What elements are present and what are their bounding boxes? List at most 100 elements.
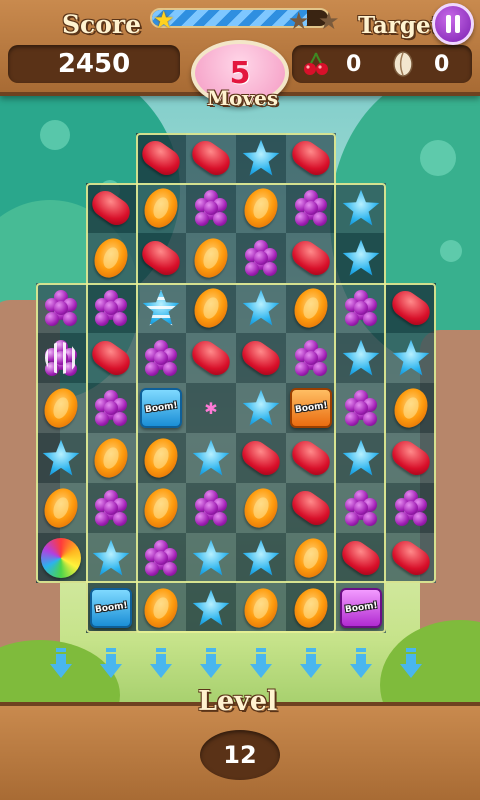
board-cell[interactable] (286, 533, 336, 583)
board-cell[interactable] (136, 333, 186, 383)
pause-icon (446, 15, 451, 33)
board-cell[interactable] (136, 233, 186, 283)
board-cell[interactable] (86, 283, 136, 333)
board-cell[interactable] (286, 133, 336, 183)
board-cell[interactable] (86, 483, 136, 533)
purple-grape-cluster-candy (341, 288, 381, 328)
board-cell[interactable] (236, 183, 286, 233)
board-cell[interactable] (136, 433, 186, 483)
cherry-icon (304, 52, 328, 75)
board-cell[interactable] (286, 283, 336, 333)
board-cell[interactable] (136, 133, 186, 183)
board-cell[interactable] (36, 483, 86, 533)
board-cell[interactable] (36, 383, 86, 433)
pause-button[interactable] (432, 3, 474, 45)
board-cell[interactable] (86, 333, 136, 383)
board-cell[interactable] (186, 233, 236, 283)
board-cell[interactable] (336, 483, 386, 533)
orange-lozenge-candy (239, 183, 283, 233)
board-cell[interactable] (336, 283, 386, 333)
blue-star-candy (342, 189, 380, 226)
board-cell[interactable] (236, 333, 286, 383)
orange-lozenge-candy (39, 383, 83, 433)
board-cell[interactable]: Boom! (86, 583, 136, 633)
blue-star-candy (192, 539, 230, 576)
score-progress-fill (152, 10, 307, 26)
board-cell[interactable] (286, 583, 336, 633)
arrow-down-icon (249, 648, 273, 680)
red-jelly-bean-candy (387, 435, 435, 481)
board-cell[interactable] (136, 583, 186, 633)
level-label: Level (198, 686, 278, 717)
orange-lozenge-candy (239, 483, 283, 533)
board-cell[interactable] (236, 533, 286, 583)
board-cell[interactable] (336, 333, 386, 383)
board-cell[interactable] (36, 433, 86, 483)
board-cell[interactable] (386, 383, 436, 433)
rainbow-color-bomb-candy (41, 538, 81, 578)
bomb-label: Boom! (294, 400, 328, 416)
arrow-down-icon (49, 648, 73, 680)
target-label: Target (358, 12, 442, 39)
board-cell[interactable] (36, 533, 86, 583)
purple-grape-cluster-candy (291, 188, 331, 228)
board-cell[interactable] (336, 433, 386, 483)
purple-grape-cluster-candy (241, 238, 281, 278)
board-cell[interactable] (186, 283, 236, 333)
board-cell[interactable] (386, 533, 436, 583)
board-cell[interactable] (336, 383, 386, 433)
board-cell[interactable] (186, 483, 236, 533)
board-cell[interactable]: Boom! (336, 583, 386, 633)
board-cell[interactable] (36, 283, 86, 333)
board-cell[interactable] (236, 433, 286, 483)
red-jelly-bean-candy (287, 135, 335, 181)
board-cell[interactable] (186, 583, 236, 633)
board-cell[interactable] (386, 483, 436, 533)
board-cell[interactable] (236, 483, 286, 533)
board-cell[interactable] (36, 333, 86, 383)
board-cell[interactable] (186, 333, 236, 383)
board-cell[interactable] (236, 283, 286, 333)
board-cell[interactable] (286, 483, 336, 533)
target-count-nut: 0 (434, 51, 450, 77)
board-cell[interactable]: ✱ (186, 383, 236, 433)
board-cell[interactable] (86, 433, 136, 483)
board-cell[interactable] (236, 133, 286, 183)
board-cell[interactable] (286, 433, 336, 483)
board-cell[interactable] (286, 233, 336, 283)
purple-grape-cluster-candy (91, 288, 131, 328)
board-cell[interactable] (186, 133, 236, 183)
board-cell[interactable] (86, 533, 136, 583)
board-cell[interactable] (386, 433, 436, 483)
board-cell[interactable] (386, 283, 436, 333)
board-cell[interactable] (186, 183, 236, 233)
board-cell[interactable] (86, 233, 136, 283)
board-cell[interactable] (136, 183, 186, 233)
board-cell[interactable] (236, 583, 286, 633)
board-cell[interactable] (136, 483, 186, 533)
board-cell[interactable] (186, 433, 236, 483)
arrow-down-icon (399, 648, 423, 680)
board-cell[interactable] (286, 183, 336, 233)
level-value: 12 (223, 741, 257, 769)
board-cell[interactable] (236, 233, 286, 283)
board-cell[interactable]: Boom! (136, 383, 186, 433)
orange-lozenge-candy (289, 533, 333, 583)
board-cell[interactable]: Boom! (286, 383, 336, 433)
purple-grape-cluster-candy (341, 488, 381, 528)
board-cell[interactable] (86, 183, 136, 233)
board-cell[interactable] (86, 383, 136, 433)
blue-star-candy (92, 539, 130, 576)
board-cell[interactable] (336, 533, 386, 583)
board-cell[interactable] (136, 533, 186, 583)
board-cell[interactable] (236, 383, 286, 433)
board-cell[interactable] (136, 283, 186, 333)
board-cell[interactable] (336, 183, 386, 233)
blue-star-candy (342, 239, 380, 276)
board-cell[interactable] (186, 533, 236, 583)
board-cell[interactable] (386, 333, 436, 383)
blue-star-candy (242, 389, 280, 426)
board-cell[interactable] (336, 233, 386, 283)
board-cell[interactable] (286, 333, 336, 383)
purple-grape-cluster-candy (291, 338, 331, 378)
